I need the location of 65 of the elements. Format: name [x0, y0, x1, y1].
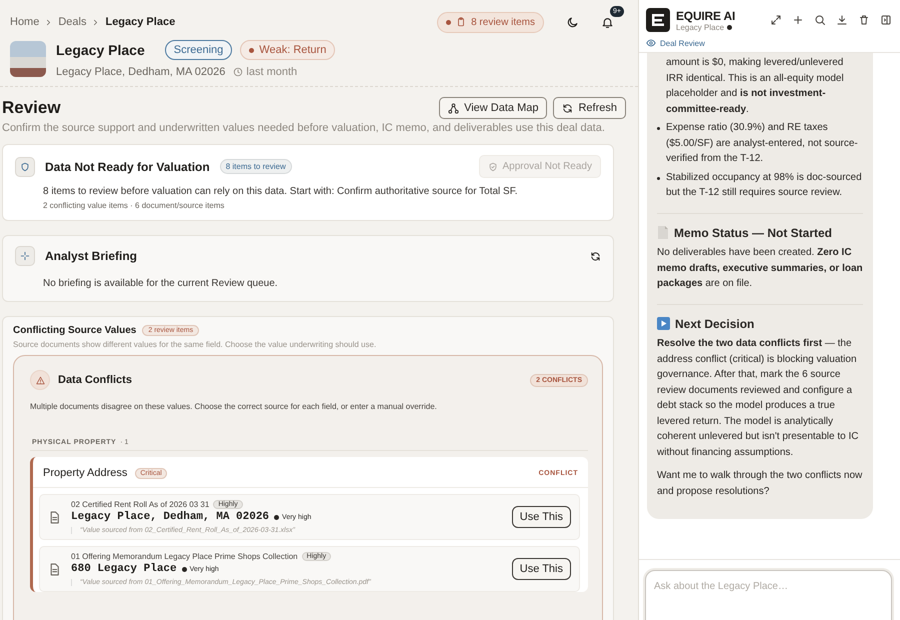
- refresh-icon: [562, 102, 574, 114]
- updated-time: last month: [246, 66, 298, 78]
- bullet-text: amount is $0, making levered/unlevered IRR identical. This is an all-equity model placeholder and is not investment-committee-ready.: [666, 56, 845, 116]
- source-value: 680 Legacy Place: [71, 563, 177, 575]
- warning-icon: [36, 376, 44, 384]
- deal-review-link[interactable]: Deal Review: [646, 38, 892, 48]
- clipboard-icon: [456, 17, 466, 27]
- document-icon: [48, 562, 61, 576]
- message-paragraph: Resolve the two data conflicts first — the address conflict (critical) is blocking valuation governance. After that, mark the 6 source review documents reviewed and configure a debt stack so the model produces a true levered return. The model is analytically coherent unlevered but isn't presentable to IC without financing assumptions.: [657, 337, 860, 460]
- card-message: 8 items to review before valuation can rely on this data. Start with: Confirm authoritative source for Total SF.: [43, 186, 518, 197]
- review-items-pill[interactable]: 8 review items: [437, 12, 544, 32]
- message-paragraph: Want me to walk through the two conflicts now and propose resolutions?: [657, 469, 863, 499]
- download-icon: [836, 14, 848, 26]
- use-this-button[interactable]: Use This: [512, 506, 571, 528]
- flag-tag: Weak: Return: [240, 40, 336, 60]
- review-subtitle: Confirm the source support and underwritten values needed before valuation, IC memo, and deliverables use this deal data.: [2, 122, 606, 134]
- panel-title: Data Conflicts: [58, 374, 132, 386]
- section-subtitle: Source documents show different values for the same field. Choose the value underwriting should use.: [13, 340, 378, 349]
- expand-icon: [770, 14, 782, 26]
- message-paragraph: No deliverables have been created. Zero IC memo drafts, executive summaries, or loan packages are on file.: [657, 246, 863, 292]
- play-icon: [657, 317, 670, 330]
- source-value: Legacy Place, Dedham, MA 02026: [71, 511, 270, 523]
- refresh-icon: [590, 250, 601, 262]
- card-message: No briefing is available for the current Review queue.: [43, 278, 279, 289]
- card-title: Data Not Ready for Valuation: [45, 160, 210, 174]
- shield-icon: [20, 162, 30, 172]
- property-name: Legacy Place: [56, 42, 145, 58]
- logo-icon: [646, 8, 670, 32]
- refresh-button[interactable]: Refresh: [553, 97, 626, 119]
- eye-icon: [646, 38, 656, 48]
- section-title: Conflicting Source Values: [13, 325, 136, 336]
- document-icon: [48, 510, 61, 524]
- sidebar-icon: [880, 14, 892, 26]
- document-icon: [657, 226, 669, 240]
- trash-icon: [858, 14, 870, 26]
- plus-icon: [792, 14, 804, 26]
- stage-tag: Screening: [164, 40, 232, 60]
- shield-check-icon: [488, 162, 498, 172]
- assistant-subtitle: Legacy Place: [676, 22, 724, 32]
- bullet-text: Stabilized occupancy at 98% is doc-sourced but the T-12 still requires source review.: [666, 170, 863, 200]
- section-heading: Next Decision: [675, 316, 754, 333]
- items-badge: 8 items to review: [220, 159, 292, 174]
- bell-icon: [601, 16, 614, 28]
- source-document: 01 Offering Memorandum Legacy Place Prime Shops Collection: [71, 552, 298, 561]
- view-data-map-button[interactable]: View Data Map: [439, 97, 548, 119]
- use-this-button[interactable]: Use This: [512, 558, 571, 580]
- section-heading: Memo Status — Not Started: [674, 224, 832, 242]
- review-title: Review: [2, 98, 61, 118]
- card-title: Analyst Briefing: [45, 249, 138, 263]
- panel-description: Multiple documents disagree on these values. Choose the correct source for each field, or enter a manual override.: [30, 402, 438, 411]
- property-address: Legacy Place, Dedham, MA 02026: [56, 66, 226, 78]
- assistant-title: EQUIRE AI: [676, 8, 736, 22]
- breadcrumb-link[interactable]: Legacy Place: [105, 16, 176, 28]
- search-icon: [814, 14, 826, 26]
- chat-input[interactable]: Ask about the Legacy Place…: [645, 570, 892, 620]
- field-name: Property Address: [43, 467, 128, 479]
- source-document: 02 Certified Rent Roll As of 2026 03 31: [71, 500, 210, 509]
- moon-icon: [566, 16, 579, 28]
- bullet-text: Expense ratio (30.9%) and RE taxes ($5.00/SF) are analyst-entered, not source-verified from the T-12.: [666, 121, 859, 166]
- clock-icon: [233, 67, 244, 77]
- photo-placeholder: [10, 41, 46, 77]
- breadcrumb-link[interactable]: Home: [10, 16, 40, 28]
- breadcrumb-link[interactable]: Deals: [58, 16, 86, 28]
- network-icon: [448, 102, 460, 114]
- card-detail: 2 conflicting value items · 6 document/source items: [43, 201, 226, 210]
